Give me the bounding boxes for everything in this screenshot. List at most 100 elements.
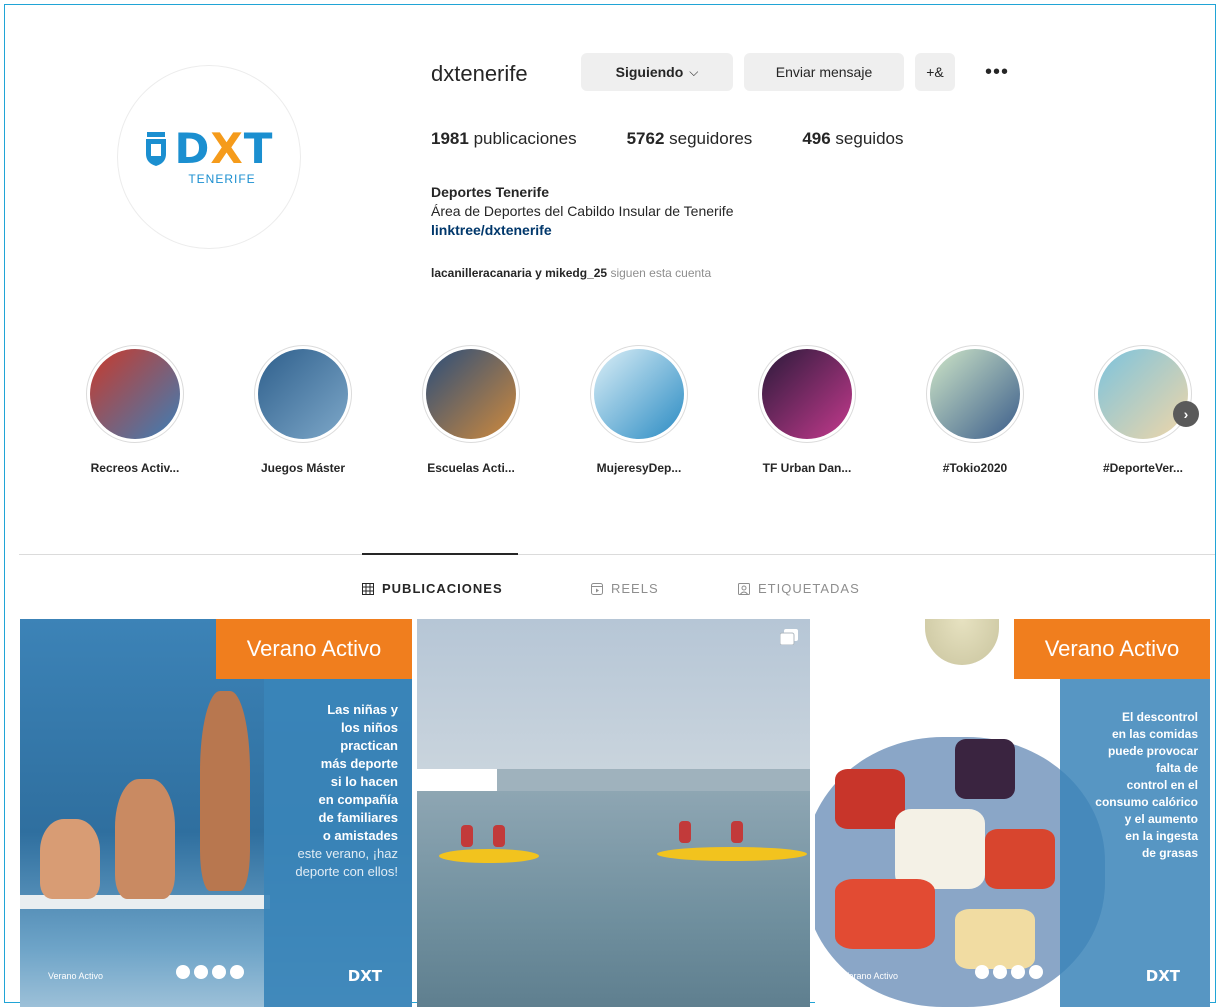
paddler	[493, 825, 505, 847]
kayak	[657, 847, 807, 861]
profile-website-link[interactable]: linktree/dxtenerife	[431, 221, 733, 240]
story-highlight[interactable]: MujeresyDep...	[569, 345, 709, 475]
highlight-cover	[930, 349, 1020, 439]
highlight-ring	[758, 345, 856, 443]
highlight-cover	[1098, 349, 1188, 439]
following-button[interactable]: Siguiendo ⌵	[581, 53, 733, 91]
overlay-line: de familiares	[318, 810, 399, 825]
followed-by-suffix: siguen esta cuenta	[610, 266, 712, 280]
logo-subtitle: TENERIFE	[188, 172, 256, 186]
highlight-label: Recreos Activ...	[90, 461, 180, 475]
highlight-label: MujeresyDep...	[596, 461, 682, 475]
cabildo-shield-icon	[145, 132, 166, 166]
tab-tagged-label: ETIQUETADAS	[758, 581, 860, 596]
feta-cheese	[895, 809, 985, 889]
grid-icon	[362, 582, 374, 595]
posts-count: 1981 publicaciones	[431, 129, 577, 149]
overlay-line: o amistades	[322, 828, 398, 843]
kayak	[439, 849, 539, 863]
tagged-icon	[738, 582, 750, 595]
sea	[417, 791, 810, 1007]
overlay-line: en las comidas	[1111, 727, 1198, 741]
following-label: Siguiendo	[615, 64, 684, 80]
highlight-cover	[426, 349, 516, 439]
suggest-users-button[interactable]: +&	[915, 53, 955, 91]
posts-count-label: publicaciones	[473, 129, 577, 148]
profile-stats: 1981 publicaciones 5762 seguidores 496 s…	[431, 129, 953, 149]
post-tile[interactable]: Verano Activo El descontrol en las comid…	[815, 619, 1210, 1007]
post-overlay-text: Las niñas y los niños practican más depo…	[278, 701, 398, 881]
overlay-line: en la ingesta	[1125, 829, 1198, 843]
profile-avatar[interactable]: DXT TENERIFE	[117, 65, 301, 249]
verano-activo-badge: Verano Activo	[1014, 619, 1210, 679]
highlight-label: Escuelas Acti...	[427, 461, 515, 475]
highlight-label: #Tokio2020	[942, 461, 1008, 475]
reels-icon	[591, 582, 603, 595]
story-highlight[interactable]: TF Urban Dan...	[737, 345, 877, 475]
overlay-line: los niños	[340, 720, 398, 735]
story-highlight[interactable]: Juegos Máster	[233, 345, 373, 475]
post-footer-label: Verano Activo	[48, 971, 104, 981]
social-icons	[176, 965, 244, 979]
highlight-cover	[762, 349, 852, 439]
chevron-down-icon: ⌵	[689, 64, 699, 79]
highlight-cover	[594, 349, 684, 439]
following-count-label: seguidos	[835, 129, 904, 148]
tab-reels[interactable]: REELS	[591, 581, 659, 596]
following-count[interactable]: 496 seguidos	[802, 129, 903, 149]
highlight-ring	[86, 345, 184, 443]
highlight-ring	[926, 345, 1024, 443]
followers-count-label: seguidores	[669, 129, 753, 148]
story-highlight[interactable]: Recreos Activ...	[65, 345, 205, 475]
highlight-ring	[1094, 345, 1192, 443]
verano-activo-badge: Verano Activo	[216, 619, 412, 679]
following-count-value: 496	[802, 129, 831, 148]
post-tile[interactable]	[417, 619, 810, 1007]
overlay-line: y el aumento	[1124, 812, 1198, 826]
dxt-mini-logo: DXT	[1145, 967, 1180, 985]
followed-by[interactable]: lacanilleracanaria y mikedg_25 siguen es…	[431, 266, 711, 280]
overlay-line-light: este verano, ¡haz deporte con ellos!	[295, 846, 398, 879]
overlay-line: si lo hacen	[330, 774, 398, 789]
paddler	[731, 821, 743, 843]
overlay-line: puede provocar	[1107, 744, 1198, 758]
story-highlight[interactable]: #Tokio2020	[905, 345, 1045, 475]
profile-full-name: Deportes Tenerife	[431, 184, 549, 200]
highlight-ring	[254, 345, 352, 443]
chevron-right-icon[interactable]: ›	[1173, 401, 1199, 427]
overlay-line: falta de	[1155, 761, 1198, 775]
person-shape	[40, 819, 100, 899]
profile-bio: Deportes Tenerife Área de Deportes del C…	[431, 183, 733, 240]
shoreline	[497, 769, 810, 791]
highlight-label: Juegos Máster	[260, 461, 346, 475]
overlay-line: Las niñas y	[327, 702, 398, 717]
tab-tagged[interactable]: ETIQUETADAS	[738, 581, 860, 596]
tab-posts[interactable]: PUBLICACIONES	[362, 581, 503, 596]
story-highlight[interactable]: Escuelas Acti...	[401, 345, 541, 475]
overlay-line: más deporte	[320, 756, 398, 771]
followers-count[interactable]: 5762 seguidores	[627, 129, 753, 149]
send-message-button[interactable]: Enviar mensaje	[744, 53, 904, 91]
post-overlay-text: El descontrol en las comidas puede provo…	[1068, 709, 1198, 862]
olive	[955, 739, 1015, 799]
social-icons	[975, 965, 1043, 979]
highlight-ring	[590, 345, 688, 443]
more-options-icon[interactable]: •••	[979, 57, 1015, 87]
overlay-line: practican	[340, 738, 398, 753]
highlight-cover	[90, 349, 180, 439]
person-shape	[200, 691, 250, 891]
tab-reels-label: REELS	[611, 581, 659, 596]
overlay-line: de grasas	[1141, 846, 1198, 860]
posts-count-value: 1981	[431, 129, 469, 148]
overlay-line: El descontrol	[1121, 710, 1198, 724]
tab-posts-label: PUBLICACIONES	[382, 581, 503, 596]
tomato	[835, 879, 935, 949]
tabs-divider	[19, 554, 1215, 555]
post-tile[interactable]: Verano Activo Las niñas y los niños prac…	[20, 619, 412, 1007]
person-shape	[115, 779, 175, 899]
highlight-ring	[422, 345, 520, 443]
profile-username: dxtenerife	[431, 61, 528, 86]
highlight-label: TF Urban Dan...	[762, 461, 852, 475]
followers-count-value: 5762	[626, 129, 665, 148]
paddler	[461, 825, 473, 847]
